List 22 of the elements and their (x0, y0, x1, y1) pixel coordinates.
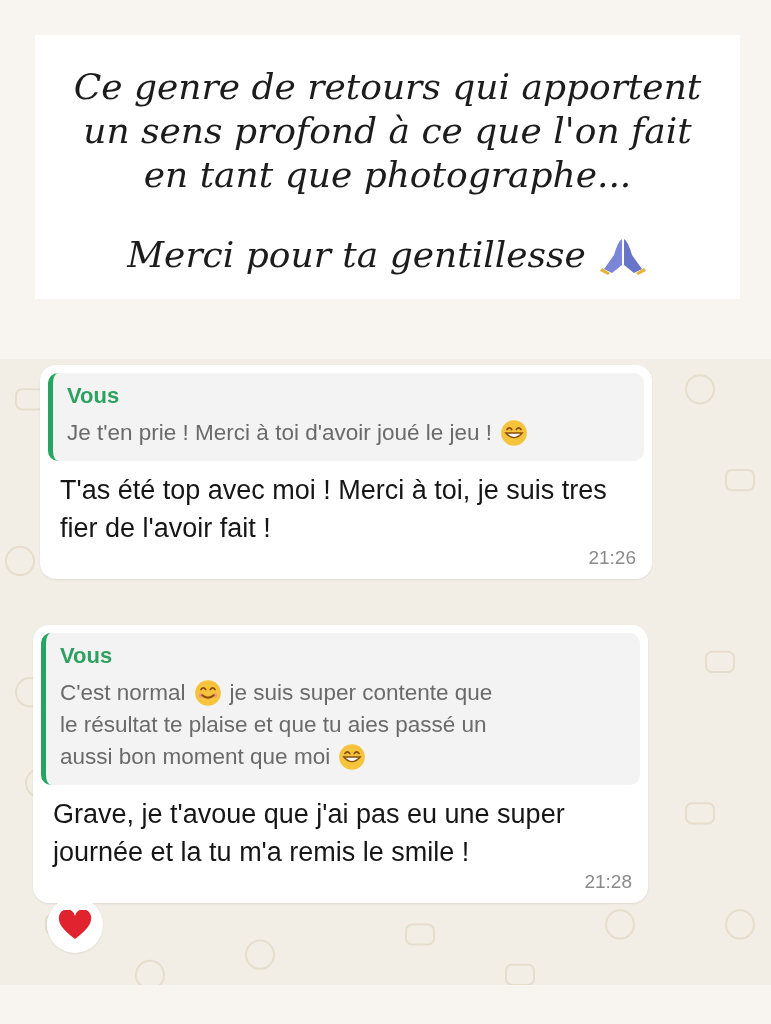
message-time: 21:26 (588, 547, 636, 569)
smiling-face-icon (193, 679, 222, 707)
quoted-reply[interactable]: Vous C'est normal je suis super contente que le résultat te plaise et que tu aies passé un aussi bon moment que moi (41, 633, 640, 785)
message-text: T'as été top avec moi ! Merci à toi, je suis tres fier de l'avoir fait ! (59, 474, 608, 545)
caption-text: en tant que photographe... (143, 153, 632, 197)
caption-text: Ce genre de retours qui apportent (73, 65, 702, 109)
message-time: 21:28 (584, 871, 632, 893)
quote-author: Vous (60, 643, 113, 669)
message-text: Grave, je t'avoue que j'ai pas eu une super journée et la tu m'a remis le smile ! (51, 798, 566, 869)
quoted-reply[interactable]: Vous Je t'en prie ! Merci à toi d'avoir joué le jeu ! (48, 373, 644, 461)
grinning-face-icon (500, 419, 529, 447)
quote-author: Vous (67, 383, 120, 409)
grinning-face-icon (338, 743, 367, 771)
caption-text: Merci pour ta gentillesse (127, 233, 586, 277)
quoted-text: Je t'en prie ! Merci à toi d'avoir joué le jeu ! (67, 419, 493, 447)
reaction-badge[interactable] (47, 897, 103, 953)
heart-icon (58, 910, 92, 940)
quoted-text: C'est normal (60, 679, 186, 707)
quoted-text: je suis super contente que (229, 679, 493, 707)
quoted-text: aussi bon moment que moi (60, 743, 331, 771)
caption-text: un sens profond à ce que l'on fait (83, 109, 692, 153)
quoted-text: le résultat te plaise et que tu aies passé un (60, 711, 487, 739)
